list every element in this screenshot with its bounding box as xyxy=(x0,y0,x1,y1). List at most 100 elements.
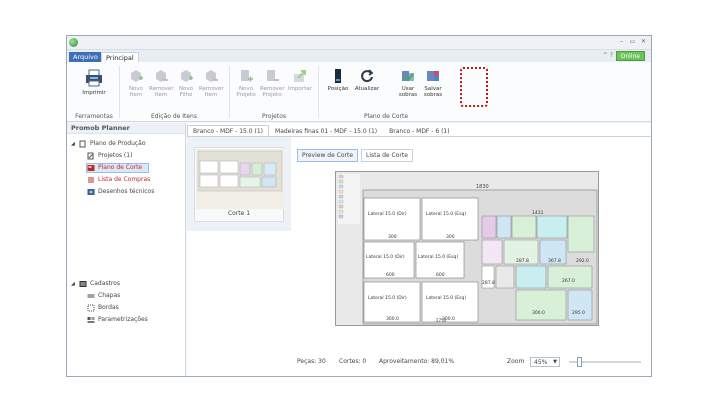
new-project-button[interactable]: Novo Projeto xyxy=(234,66,258,106)
tree-label: Lista de Compras xyxy=(98,176,151,183)
sheets-icon xyxy=(87,294,95,298)
use-leftovers-button[interactable]: Usar sobras xyxy=(396,66,420,106)
help-icon[interactable]: ^ ? xyxy=(603,52,613,59)
separator xyxy=(119,66,120,118)
tree-label: Bordas xyxy=(98,304,119,311)
import-button[interactable]: Importar xyxy=(288,66,312,106)
status-bar: Peças: 30 Cortes: 0 Aproveitamento: 89,0… xyxy=(297,355,647,369)
thumbnail-panel: Corte 1 xyxy=(187,137,291,231)
tree-bordas[interactable]: Bordas xyxy=(87,303,119,313)
minimize-icon[interactable]: – xyxy=(618,38,625,45)
tree-projetos[interactable]: Projetos (1) xyxy=(87,151,132,161)
remove-child-button[interactable]: Remover Item xyxy=(199,66,224,106)
chevron-down-icon: ▼ xyxy=(553,359,557,365)
tree-lista-compras[interactable]: Lista de Compras xyxy=(87,175,150,185)
preview-label: 287.8 xyxy=(516,258,529,264)
remove-child-label: Remover Item xyxy=(199,86,224,98)
tab-preview-corte[interactable]: Preview de Corte xyxy=(297,149,359,162)
preview-label: 287.8 xyxy=(482,280,495,286)
tab-material-branco-6[interactable]: Branco - MDF - 6 (1) xyxy=(383,125,455,136)
preview-label: 292.0 xyxy=(576,258,589,264)
tab-material-branco-15[interactable]: Branco - MDF - 15.0 (1) xyxy=(187,125,270,136)
preview-label: 267.0 xyxy=(562,278,575,284)
tree-plano-corte[interactable]: Plano de Corte xyxy=(86,163,150,173)
new-project-icon xyxy=(241,70,253,82)
remove-project-icon xyxy=(267,70,279,81)
zoom-label: Zoom xyxy=(507,358,525,365)
new-child-icon xyxy=(181,70,193,82)
ribbon-toolbar: Imprimir Novo Item Remover Item Novo Fil… xyxy=(67,62,651,122)
ribbon-tabs: Arquivo Principal ^ ? Online xyxy=(67,50,651,62)
zoom-select[interactable]: 45% ▼ xyxy=(530,357,560,367)
sidebar-title: Promob Planner xyxy=(67,123,185,134)
tree-cadastros[interactable]: ◢ Cadastros xyxy=(71,279,120,289)
new-item-button[interactable]: Novo Item xyxy=(124,66,148,106)
production-plan-icon xyxy=(79,140,86,148)
usage-percentage: Aproveitamento: 89,01% xyxy=(379,358,455,365)
tree-plano-producao[interactable]: ◢ Plano de Produção xyxy=(71,139,146,149)
tree-chapas[interactable]: Chapas xyxy=(87,291,120,301)
print-button[interactable]: Imprimir xyxy=(79,66,109,106)
position-button[interactable]: Posição xyxy=(325,66,351,106)
new-item-label: Novo Item xyxy=(128,86,144,98)
cut-plan-icon xyxy=(87,165,95,171)
thumbnail-label: Corte 1 xyxy=(227,210,251,217)
preview-label: 600 xyxy=(386,272,395,278)
new-child-button[interactable]: Novo Filho xyxy=(174,66,198,106)
tree-label: Plano de Produção xyxy=(90,140,146,147)
tree-label: Desenhos técnicos xyxy=(98,188,155,195)
group-label-projetos: Projetos xyxy=(261,113,287,120)
refresh-button[interactable]: Atualizar xyxy=(354,66,380,106)
refresh-icon xyxy=(361,69,374,83)
pieces-count: Peças: 30 xyxy=(297,358,326,365)
view-tabs: Preview de Corte Lista de Corte xyxy=(297,149,413,162)
zoom-slider-thumb[interactable] xyxy=(577,357,583,367)
preview-label: 600 xyxy=(436,272,445,278)
separator xyxy=(318,66,319,118)
preview-label: 1431 xyxy=(532,210,544,216)
window-controls: – ▭ ✕ xyxy=(618,38,647,45)
preview-label: 300.0 xyxy=(532,310,545,316)
tree-desenhos-tecnicos[interactable]: Desenhos técnicos xyxy=(87,187,154,197)
close-icon[interactable]: ✕ xyxy=(640,38,647,45)
online-status-badge[interactable]: Online xyxy=(615,51,645,61)
preview-label: 367.8 xyxy=(548,258,561,264)
expand-triangle-icon[interactable]: ◢ xyxy=(71,139,76,149)
preview-label: 300 xyxy=(388,234,397,240)
remove-item-icon xyxy=(156,70,168,82)
position-label: Posição xyxy=(327,86,349,92)
save-leftovers-icon xyxy=(427,71,439,81)
use-leftovers-icon xyxy=(402,71,414,82)
main-panel: Branco - MDF - 15.0 (1) Madeiras finas 0… xyxy=(187,123,651,376)
preview-label: 295.0 xyxy=(572,310,585,316)
restore-icon[interactable]: ▭ xyxy=(629,38,636,45)
cut-thumbnail[interactable]: Corte 1 xyxy=(194,147,284,222)
preview-label: 2750 xyxy=(436,318,447,323)
use-leftovers-label: Usar sobras xyxy=(398,86,418,98)
tree-parametrizacoes[interactable]: Parametrizações xyxy=(87,315,148,325)
tree-label: Chapas xyxy=(98,292,121,299)
position-icon xyxy=(335,69,341,83)
tree-label: Projetos (1) xyxy=(98,152,133,159)
tab-arquivo[interactable]: Arquivo xyxy=(69,52,102,62)
tab-material-madeiras[interactable]: Madeiras finas 01 - MDF - 15.0 (1) xyxy=(269,125,383,136)
print-label: Imprimir xyxy=(82,90,106,96)
expand-triangle-icon[interactable]: ◢ xyxy=(71,279,76,289)
cut-preview[interactable]: 1830 Lateral 15.0 (Dir) Lateral 15.0 (Es… xyxy=(335,171,599,326)
remove-project-button[interactable]: Remover Projeto xyxy=(260,66,285,106)
remove-item-button[interactable]: Remover Item xyxy=(149,66,174,106)
save-leftovers-button[interactable]: Salvar sobras xyxy=(421,66,445,106)
tree-label: Cadastros xyxy=(90,280,120,287)
remove-item-label: Remover Item xyxy=(149,86,174,98)
preview-label: 300 xyxy=(446,234,455,240)
new-child-label: Novo Filho xyxy=(178,86,194,98)
preview-label: Lateral 15.0 (Esq) xyxy=(418,254,458,260)
highlight-annotation xyxy=(460,67,488,107)
app-logo-icon xyxy=(69,38,78,47)
printer-icon xyxy=(86,69,102,87)
tab-principal[interactable]: Principal xyxy=(101,52,139,62)
preview-label: Lateral 15.0 (Esq) xyxy=(426,295,466,301)
tab-lista-corte[interactable]: Lista de Corte xyxy=(361,149,413,162)
group-label-edicao: Edição de Itens xyxy=(151,113,197,120)
preview-label: Lateral 15.0 (Esq) xyxy=(426,211,466,217)
